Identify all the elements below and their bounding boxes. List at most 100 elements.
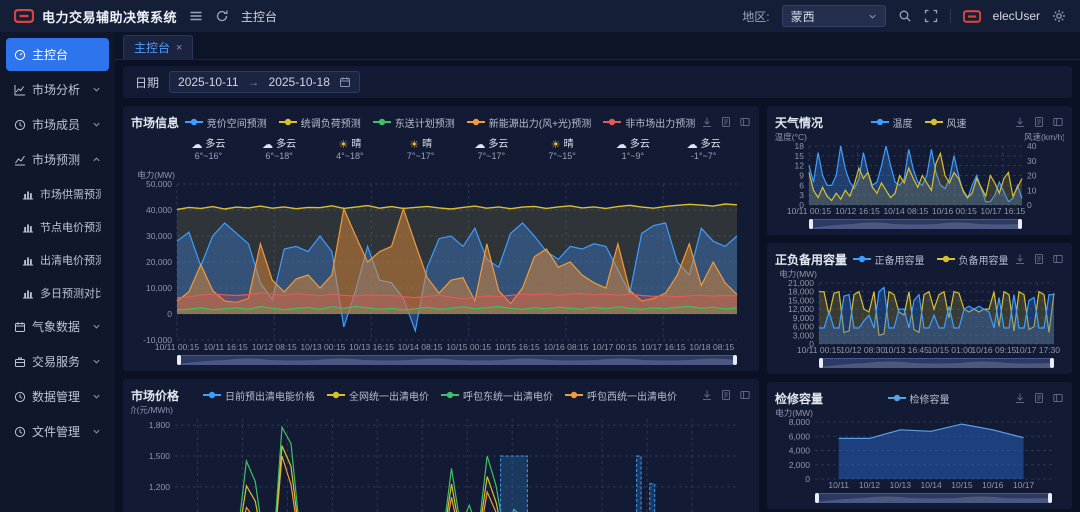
sidebar-subitem-出清电价预测[interactable]: 出清电价预测 [6, 244, 109, 275]
sidebar-item-数据管理[interactable]: 数据管理 [6, 380, 109, 413]
sidebar-item-市场分析[interactable]: 市场分析 [6, 73, 109, 106]
toggle-view-icon[interactable] [739, 116, 751, 128]
data-view-icon[interactable] [720, 116, 732, 128]
legend-item[interactable]: 呼包西统一出清电价 [565, 388, 677, 403]
weather-temp: 6°~18° [265, 152, 292, 162]
toggle-view-icon[interactable] [1052, 253, 1064, 265]
legend-item[interactable]: 全网统一出清电价 [327, 388, 429, 403]
sidebar-subitem-节点电价预测[interactable]: 节点电价预测 [6, 211, 109, 242]
datazoom-slider[interactable] [815, 493, 1052, 503]
download-icon[interactable] [1014, 253, 1026, 265]
date-range-picker[interactable]: 2025-10-11 → 2025-10-18 [169, 71, 360, 93]
tab-label: 主控台 [134, 39, 170, 56]
legend-price: 日前预出清电能价格全网统一出清电价呼包东统一出清电价呼包西统一出清电价 [179, 388, 701, 403]
weather-label: 多云 [276, 139, 296, 150]
svg-text:10/11 00:15: 10/11 00:15 [155, 342, 200, 352]
menu-collapse-icon[interactable] [189, 9, 203, 23]
gear-icon[interactable] [1052, 9, 1066, 23]
maintenance-chart[interactable]: 02,0004,0006,0008,00010/1110/1210/1310/1… [775, 408, 1064, 490]
legend-item[interactable]: 非市场出力预测 [603, 115, 695, 130]
legend-item[interactable]: 检修容量 [888, 391, 950, 406]
download-icon[interactable] [1014, 116, 1026, 128]
weather-day: ☁多云6°~16° [173, 139, 244, 162]
market-price-chart[interactable]: 9001,2001,5001,800电价(元/MWh) [131, 405, 751, 512]
date-end[interactable]: 2025-10-18 [269, 75, 330, 89]
panel-market-info: 市场信息 竞价空间预测统调负荷预测东送计划预测新能源出力(风+光)预测非市场出力… [123, 106, 759, 371]
toggle-view-icon[interactable] [739, 389, 751, 401]
weather-day: ☀晴4°~18° [315, 139, 386, 162]
sidebar-subitem-多日预测对比[interactable]: 多日预测对比 [6, 277, 109, 308]
svg-text:10/17 16:15: 10/17 16:15 [641, 342, 686, 352]
svg-text:1,800: 1,800 [149, 420, 171, 430]
username[interactable]: elecUser [993, 9, 1040, 23]
legend-item[interactable]: 风速 [925, 115, 967, 130]
svg-text:0: 0 [1027, 200, 1032, 210]
sidebar-item-主控台[interactable]: 主控台 [6, 38, 109, 71]
legend-item[interactable]: 统调负荷预测 [279, 115, 361, 130]
sidebar-item-市场预测[interactable]: 市场预测 [6, 143, 109, 176]
sidebar-item-文件管理[interactable]: 文件管理 [6, 415, 109, 448]
datazoom-slider[interactable] [819, 358, 1054, 368]
date-filter-bar: 日期 2025-10-11 → 2025-10-18 [123, 66, 1072, 98]
clock-icon [14, 426, 26, 438]
legend-item[interactable]: 新能源出力(风+光)预测 [467, 115, 592, 130]
region-label: 地区: [742, 8, 769, 25]
svg-text:10/15 00:15: 10/15 00:15 [446, 342, 491, 352]
search-icon[interactable] [898, 9, 912, 23]
data-view-icon[interactable] [1033, 253, 1045, 265]
panel-title: 正负备用容量 [775, 251, 847, 268]
download-icon[interactable] [1014, 392, 1026, 404]
clock-icon [14, 391, 26, 403]
svg-text:10/13: 10/13 [890, 480, 912, 490]
date-start[interactable]: 2025-10-11 [178, 75, 239, 89]
svg-text:10/13 00:15: 10/13 00:15 [300, 342, 345, 352]
svg-text:15,000: 15,000 [788, 295, 814, 305]
legend-marker-icon [565, 391, 583, 399]
sidebar-item-气象数据[interactable]: 气象数据 [6, 310, 109, 343]
tab-close-icon[interactable]: × [176, 42, 182, 54]
fullscreen-icon[interactable] [924, 9, 938, 23]
panel-title: 检修容量 [775, 390, 823, 407]
breadcrumb: 主控台 [241, 8, 277, 25]
weather-temp: 1°~9° [622, 152, 644, 162]
legend-item[interactable]: 东送计划预测 [373, 115, 455, 130]
reserve-chart[interactable]: 03,0006,0009,00012,00015,00018,00021,000… [775, 269, 1064, 355]
legend-item[interactable]: 呼包东统一出清电价 [441, 388, 553, 403]
sidebar-item-交易服务[interactable]: 交易服务 [6, 345, 109, 378]
svg-text:电力(MW): 电力(MW) [779, 269, 817, 279]
datazoom-slider[interactable] [809, 219, 1022, 229]
legend-label: 新能源出力(风+光)预测 [489, 115, 592, 130]
refresh-icon[interactable] [215, 9, 229, 23]
calendar-icon [339, 76, 351, 88]
legend-item[interactable]: 竞价空间预测 [185, 115, 267, 130]
panel-title: 市场价格 [131, 387, 179, 404]
region-select[interactable]: 蒙西 [782, 5, 886, 27]
data-view-icon[interactable] [1033, 392, 1045, 404]
sidebar-subitem-市场供需预测[interactable]: 市场供需预测 [6, 178, 109, 209]
weather-label: 晴 [351, 139, 361, 150]
data-view-icon[interactable] [720, 389, 732, 401]
datazoom-slider[interactable] [177, 355, 737, 365]
sidebar-item-市场成员[interactable]: 市场成员 [6, 108, 109, 141]
legend-maintenance: 检修容量 [823, 391, 1014, 406]
legend-marker-icon [888, 394, 906, 402]
panel-title: 天气情况 [775, 114, 823, 131]
weather-chart[interactable]: 036912151801020304010/11 00:1510/12 16:1… [775, 132, 1064, 216]
toggle-view-icon[interactable] [1052, 392, 1064, 404]
legend-item[interactable]: 温度 [871, 115, 913, 130]
market-info-chart[interactable]: -10,000010,00020,00030,00040,00050,00010… [131, 168, 751, 352]
download-icon[interactable] [701, 116, 713, 128]
cloud-icon: ☁ [616, 139, 627, 151]
legend-item[interactable]: 正备用容量 [853, 252, 925, 267]
app-logo-icon [14, 9, 34, 23]
tab-dashboard[interactable]: 主控台 × [123, 35, 193, 59]
download-icon[interactable] [701, 389, 713, 401]
data-view-icon[interactable] [1033, 116, 1045, 128]
svg-text:20,000: 20,000 [146, 257, 172, 267]
legend-item[interactable]: 日前预出清电能价格 [203, 388, 315, 403]
legend-label: 风速 [947, 115, 967, 130]
legend-item[interactable]: 负备用容量 [937, 252, 1009, 267]
toggle-view-icon[interactable] [1052, 116, 1064, 128]
weather-temp: 6°~16° [195, 152, 222, 162]
sidebar-submenu: 市场供需预测节点电价预测出清电价预测多日预测对比 [0, 178, 115, 308]
